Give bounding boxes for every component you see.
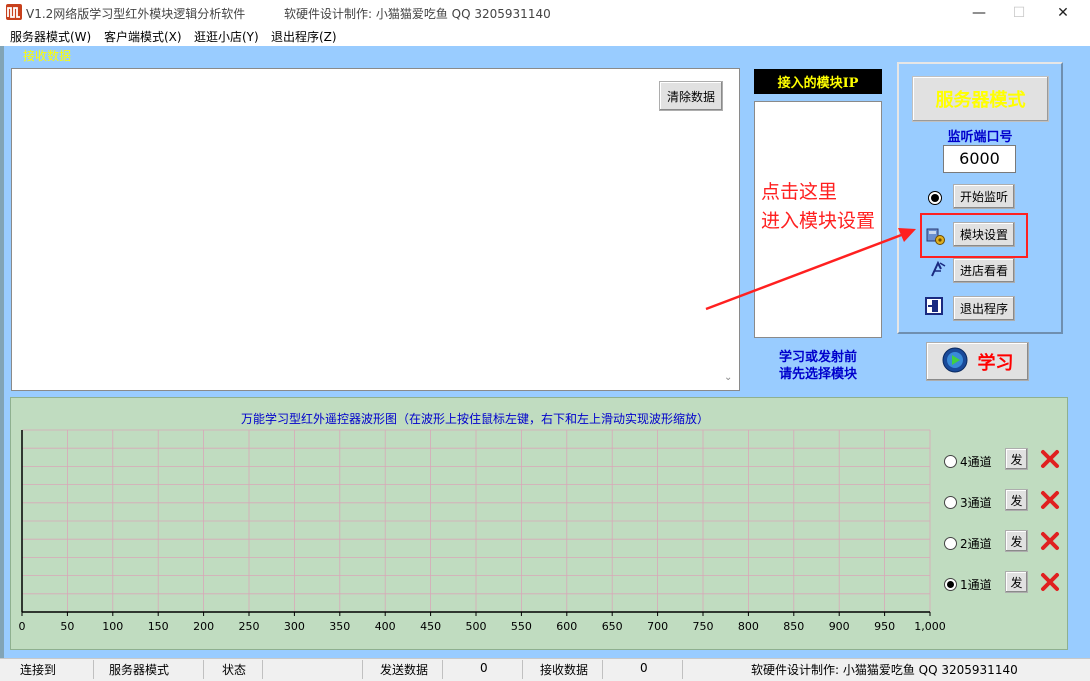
listen-radio[interactable] <box>928 191 942 205</box>
receive-data-textarea[interactable] <box>11 68 740 391</box>
channel-4-send-button[interactable]: 发 <box>1005 448 1028 470</box>
x-tick-label: 850 <box>783 620 804 633</box>
exit-program-button[interactable]: 退出程序 <box>953 296 1015 321</box>
window-edge <box>0 46 4 681</box>
annotation-arrow <box>705 228 916 311</box>
menu-client-mode[interactable]: 客户端模式(X) <box>104 28 182 45</box>
annotation-highlight-box <box>920 213 1028 258</box>
x-tick-label: 100 <box>102 620 123 633</box>
x-tick-label: 0 <box>19 620 26 633</box>
port-label: 监听端口号 <box>947 130 1013 145</box>
channel-3-send-button[interactable]: 发 <box>1005 489 1028 511</box>
status-divider <box>602 660 603 679</box>
x-tick-label: 50 <box>60 620 74 633</box>
channel-2-delete-icon[interactable] <box>1039 530 1061 552</box>
annotation-line1: 点击这里 <box>761 181 838 203</box>
status-credit: 软硬件设计制作: 小猫猫爱吃鱼 QQ 3205931140 <box>751 663 1018 677</box>
x-tick-label: 550 <box>511 620 532 633</box>
status-divider <box>362 660 363 679</box>
maximize-button[interactable]: ☐ <box>996 0 1042 26</box>
learn-tip-line2: 请先选择模块 <box>778 367 857 382</box>
channel-2-label: 2通道 <box>960 537 992 551</box>
status-divider <box>522 660 523 679</box>
close-button[interactable]: ✕ <box>1040 0 1086 26</box>
x-tick-label: 500 <box>466 620 487 633</box>
learn-tip: 学习或发射前 请先选择模块 <box>752 349 884 383</box>
x-tick-label: 650 <box>602 620 623 633</box>
channel-2-radio[interactable] <box>944 537 957 550</box>
status-recv-value: 0 <box>640 661 648 675</box>
x-tick-label: 1,000 <box>914 620 946 633</box>
channel-1-radio[interactable] <box>944 578 957 591</box>
status-sent-label: 发送数据 <box>380 663 429 677</box>
x-tick-label: 450 <box>420 620 441 633</box>
x-tick-label: 200 <box>193 620 214 633</box>
status-connected-label: 连接到 <box>20 663 57 677</box>
channel-4-radio[interactable] <box>944 455 957 468</box>
waveform-chart[interactable]: 0 50 100 150 200 250 300 350 400 450 500 550 600 650 7… <box>10 420 946 648</box>
status-divider <box>682 660 683 679</box>
x-tick-label: 600 <box>556 620 577 633</box>
clear-data-button[interactable]: 清除数据 <box>659 81 723 111</box>
channel-1-label: 1通道 <box>960 578 992 592</box>
status-mode: 服务器模式 <box>109 663 170 677</box>
menu-server-mode[interactable]: 服务器模式(W) <box>10 28 91 45</box>
status-divider <box>262 660 263 679</box>
x-tick-label: 300 <box>284 620 305 633</box>
x-tick-label: 150 <box>148 620 169 633</box>
play-icon <box>942 347 968 376</box>
x-tick-label: 950 <box>874 620 895 633</box>
menu-exit[interactable]: 退出程序(Z) <box>271 28 337 45</box>
channel-4-label: 4通道 <box>960 455 992 469</box>
status-divider <box>93 660 94 679</box>
window-title-credit: 软硬件设计制作: 小猫猫爱吃鱼 QQ 3205931140 <box>284 7 551 21</box>
shop-icon <box>928 259 948 279</box>
channel-4-delete-icon[interactable] <box>1039 448 1061 470</box>
x-tick-label: 400 <box>375 620 396 633</box>
module-ip-header: 接入的模块IP <box>754 69 882 94</box>
receive-data-label: 接收数据 <box>23 49 72 63</box>
x-tick-label: 800 <box>738 620 759 633</box>
channel-2-send-button[interactable]: 发 <box>1005 530 1028 552</box>
window-title: V1.2网络版学习型红外模块逻辑分析软件 <box>26 7 246 21</box>
channel-1-send-button[interactable]: 发 <box>1005 571 1028 593</box>
learn-button[interactable]: 学习 <box>926 342 1029 381</box>
channel-1-delete-icon[interactable] <box>1039 571 1061 593</box>
x-tick-label: 350 <box>329 620 350 633</box>
status-divider <box>203 660 204 679</box>
learn-tip-line1: 学习或发射前 <box>778 350 857 365</box>
port-input[interactable]: 6000 <box>943 145 1016 173</box>
start-listen-button[interactable]: 开始监听 <box>953 184 1015 209</box>
x-tick-label: 750 <box>693 620 714 633</box>
x-tick-label: 250 <box>239 620 260 633</box>
server-mode-button[interactable]: 服务器模式 <box>912 76 1049 122</box>
status-sent-value: 0 <box>480 661 488 675</box>
menu-shop[interactable]: 逛逛小店(Y) <box>194 28 259 45</box>
status-recv-label: 接收数据 <box>540 663 589 677</box>
x-tick-label: 700 <box>647 620 668 633</box>
x-tick-label: 900 <box>829 620 850 633</box>
channel-3-label: 3通道 <box>960 496 992 510</box>
status-state-label: 状态 <box>222 663 247 677</box>
app-logo-icon <box>6 4 22 20</box>
visit-shop-button[interactable]: 进店看看 <box>953 258 1015 283</box>
learn-button-label: 学习 <box>977 352 1014 374</box>
channel-3-delete-icon[interactable] <box>1039 489 1061 511</box>
status-divider <box>442 660 443 679</box>
channel-3-radio[interactable] <box>944 496 957 509</box>
chevron-down-icon[interactable]: ⌄ <box>724 372 732 383</box>
